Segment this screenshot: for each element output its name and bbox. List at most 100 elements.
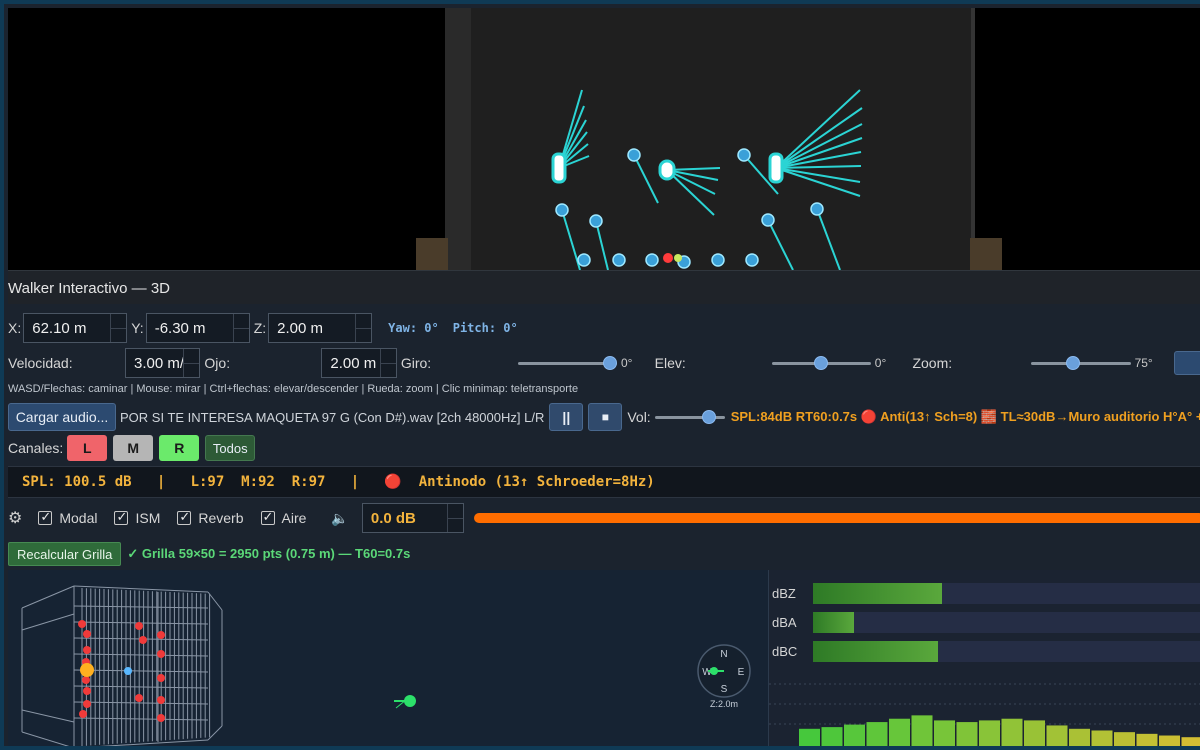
volume-label: Vol: bbox=[627, 409, 651, 425]
room-outline bbox=[21, 585, 223, 746]
mic-source bbox=[745, 253, 759, 267]
spectrum-bar bbox=[1024, 720, 1045, 746]
meter-dba-fill bbox=[813, 612, 855, 633]
compass-z: Z:2.0m bbox=[710, 699, 738, 709]
pitch-readout: Pitch: 0° bbox=[452, 321, 518, 335]
y-input[interactable]: -6.30 m bbox=[145, 313, 250, 343]
speed-value: 3.00 m/ bbox=[133, 354, 185, 372]
3d-scene bbox=[416, 8, 1002, 270]
audio-row: Cargar audio... POR SI TE INTERESA MAQUE… bbox=[8, 403, 1200, 431]
3d-viewport[interactable] bbox=[8, 8, 1200, 270]
meter-dbc: dBC bbox=[769, 641, 1200, 662]
mic-source bbox=[589, 214, 603, 228]
modal-label: Modal bbox=[59, 510, 98, 526]
level-bar-fill bbox=[473, 513, 1200, 523]
left-box bbox=[416, 238, 448, 270]
minimap-speaker-dot bbox=[83, 700, 91, 708]
motion-row: Velocidad: 3.00 m/ Ojo: 2.00 m Giro: 0° … bbox=[8, 348, 1200, 378]
turn-slider[interactable] bbox=[517, 353, 617, 373]
turn-slider-thumb[interactable] bbox=[602, 356, 617, 370]
spectrum-bar bbox=[956, 722, 978, 746]
compass-e: E bbox=[738, 667, 745, 678]
spectrum-bar bbox=[866, 722, 888, 746]
mic-source bbox=[612, 253, 626, 267]
minimap-speaker-dot bbox=[135, 622, 143, 630]
eye-input[interactable]: 2.00 m bbox=[321, 348, 397, 378]
elev-label: Elev: bbox=[654, 355, 686, 371]
channels-row: Canales: L M R Todos bbox=[8, 435, 256, 461]
minimap-speaker-dot bbox=[157, 714, 165, 722]
reverb-label: Reverb bbox=[198, 510, 244, 526]
volume-slider-thumb[interactable] bbox=[702, 410, 717, 424]
y-value: -6.30 m bbox=[154, 319, 206, 337]
zoom-slider-thumb[interactable] bbox=[1066, 356, 1081, 370]
spectrum-bar bbox=[1159, 735, 1180, 746]
gain-input[interactable]: 0.0 dB bbox=[361, 503, 464, 533]
meter-dbz: dBZ bbox=[769, 583, 1200, 604]
recalc-grid-button[interactable]: Recalcular Grilla bbox=[8, 542, 122, 566]
elev-value: 0° bbox=[874, 356, 887, 370]
selected-source-marker bbox=[80, 663, 94, 677]
ism-label: ISM bbox=[135, 510, 161, 526]
controls-hint: WASD/Flechas: caminar | Mouse: mirar | C… bbox=[8, 383, 579, 395]
walker-marker bbox=[404, 695, 416, 707]
zoom-label: Zoom: bbox=[912, 355, 953, 371]
pause-button[interactable]: || bbox=[549, 403, 584, 431]
minimap[interactable]: N S E W Z:2.0m bbox=[8, 570, 768, 746]
listener-position-marker bbox=[674, 254, 682, 262]
meter-dba-label: dBA bbox=[772, 615, 797, 630]
minimap-speaker-dot bbox=[157, 696, 165, 704]
mic-source bbox=[810, 202, 824, 216]
ism-checkbox[interactable] bbox=[114, 509, 129, 525]
meter-dba: dBA bbox=[769, 612, 1200, 633]
load-audio-button[interactable]: Cargar audio... bbox=[8, 403, 116, 431]
x-value: 62.10 m bbox=[32, 319, 87, 337]
air-checkbox[interactable] bbox=[260, 509, 275, 525]
mic-source bbox=[577, 253, 591, 267]
channel-m-button[interactable]: M bbox=[113, 435, 154, 461]
speed-input[interactable]: 3.00 m/ bbox=[124, 348, 201, 378]
minimap-canvas: N S E W Z:2.0m bbox=[21, 585, 751, 746]
speaker-source bbox=[768, 152, 784, 184]
volume-slider[interactable] bbox=[654, 407, 725, 427]
z-value: 2.00 m bbox=[277, 319, 324, 337]
channel-r-button[interactable]: R bbox=[159, 435, 200, 461]
elev-slider-thumb[interactable] bbox=[814, 356, 829, 370]
spectrum-bar bbox=[844, 724, 865, 746]
stop-button[interactable]: ■ bbox=[588, 403, 623, 431]
elev-slider[interactable] bbox=[771, 353, 871, 373]
gear-icon[interactable]: ⚙ bbox=[8, 508, 22, 528]
zoom-value: 75° bbox=[1134, 356, 1153, 370]
meter-dbz-label: dBZ bbox=[772, 586, 796, 601]
x-input[interactable]: 62.10 m bbox=[23, 313, 128, 343]
spectrum-bar bbox=[979, 720, 1000, 746]
x-label: X: bbox=[8, 320, 22, 336]
spl-info-bar: SPL: 100.5 dB | L:97 M:92 R:97 | 🔴 Antin… bbox=[8, 466, 1200, 498]
view-button[interactable] bbox=[1174, 351, 1200, 375]
compass-s: S bbox=[721, 684, 728, 695]
meter-dbz-fill bbox=[813, 583, 943, 604]
effects-row: ⚙ Modal ISM Reverb Aire 🔈 0.0 dB bbox=[8, 503, 1200, 533]
mic-source bbox=[555, 203, 569, 217]
audio-file-name: POR SI TE INTERESA MAQUETA 97 G (Con D#)… bbox=[120, 409, 545, 425]
reverb-checkbox[interactable] bbox=[177, 509, 192, 525]
modal-checkbox[interactable] bbox=[38, 509, 53, 525]
zoom-slider[interactable] bbox=[1031, 353, 1131, 373]
spectrum-bar bbox=[1001, 718, 1023, 746]
spectrum-bar bbox=[1091, 730, 1113, 746]
level-bar bbox=[473, 513, 1200, 523]
z-input[interactable]: 2.00 m bbox=[268, 313, 373, 343]
stage-back-wall bbox=[471, 8, 971, 270]
turn-label: Giro: bbox=[400, 355, 432, 371]
minimap-speaker-dot bbox=[83, 646, 91, 654]
channels-all-button[interactable]: Todos bbox=[205, 435, 256, 461]
speaker-icon: 🔈 bbox=[331, 509, 349, 526]
spectrum-bar bbox=[934, 720, 955, 746]
z-label: Z: bbox=[253, 320, 267, 336]
channel-l-button[interactable]: L bbox=[67, 435, 108, 461]
minimap-speaker-dot bbox=[157, 631, 165, 639]
grid-row: Recalcular Grilla ✓ Grilla 59×50 = 2950 … bbox=[8, 542, 410, 566]
window-title: Walker Interactivo — 3D bbox=[8, 270, 1200, 304]
minimap-speaker-dot bbox=[78, 620, 86, 628]
audio-status: SPL:84dB RT60:0.7s 🔴 Anti(13↑ Sch=8) 🧱 T… bbox=[730, 409, 1200, 424]
